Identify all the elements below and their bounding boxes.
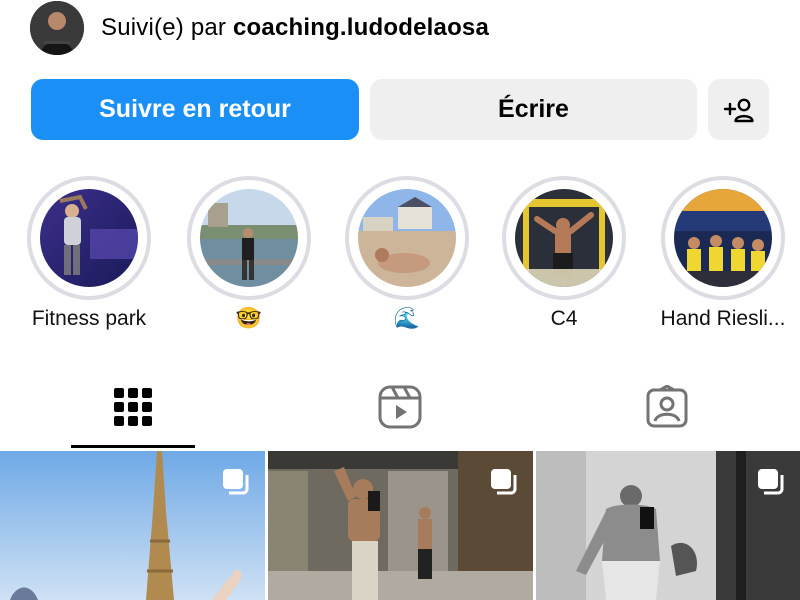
tab-reels[interactable] xyxy=(338,365,462,449)
follower-avatar[interactable] xyxy=(30,1,84,55)
highlight-cover xyxy=(515,189,613,287)
highlight-ring xyxy=(345,176,469,300)
highlight-ring xyxy=(661,176,785,300)
message-label: Écrire xyxy=(498,95,569,123)
followed-by-row[interactable]: Suivi(e) par coaching.ludodelaosa xyxy=(30,0,489,56)
reels-icon xyxy=(378,385,422,429)
active-tab-indicator xyxy=(71,445,195,448)
highlight-label: C4 xyxy=(550,307,578,330)
tab-tagged[interactable] xyxy=(605,365,729,449)
suggest-people-button[interactable] xyxy=(708,79,769,140)
followed-by-prefix: Suivi(e) par xyxy=(101,14,227,41)
highlight-cover xyxy=(40,189,138,287)
followed-by-username[interactable]: coaching.ludodelaosa xyxy=(233,14,489,41)
highlight-cover xyxy=(358,189,456,287)
follow-back-label: Suivre en retour xyxy=(99,95,291,123)
highlight-label: 🌊 xyxy=(393,307,421,330)
multiple-posts-icon xyxy=(223,469,249,495)
post-thumbnail[interactable] xyxy=(0,451,265,600)
add-person-icon xyxy=(723,98,754,122)
highlight-cover xyxy=(200,189,298,287)
profile-tabs xyxy=(0,365,800,449)
highlight-cover xyxy=(674,189,772,287)
followed-by-text: Suivi(e) par coaching.ludodelaosa xyxy=(101,14,489,42)
highlight-label: Hand Riesli... xyxy=(660,307,786,330)
highlight-ring xyxy=(27,176,151,300)
tagged-icon xyxy=(646,385,688,428)
grid-icon xyxy=(114,388,152,426)
highlight-label: Fitness park xyxy=(31,307,147,330)
highlight-ring xyxy=(502,176,626,300)
follow-back-button[interactable]: Suivre en retour xyxy=(31,79,359,140)
posts-grid xyxy=(0,451,800,600)
post-thumbnail[interactable] xyxy=(268,451,533,600)
multiple-posts-icon xyxy=(491,469,517,495)
post-thumbnail[interactable] xyxy=(536,451,800,600)
highlight-label: 🤓 xyxy=(235,307,263,330)
message-button[interactable]: Écrire xyxy=(370,79,697,140)
highlight-ring xyxy=(187,176,311,300)
tab-posts[interactable] xyxy=(71,365,195,449)
story-highlights: Fitness park 🤓 🌊 C4 Hand Riesli... xyxy=(0,172,800,342)
multiple-posts-icon xyxy=(758,469,784,495)
